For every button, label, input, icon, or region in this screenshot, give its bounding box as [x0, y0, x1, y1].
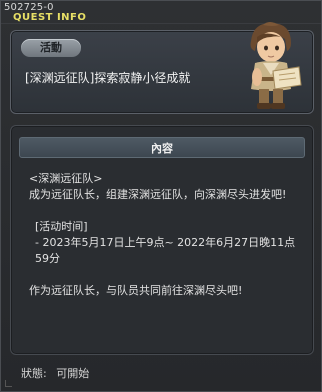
quest-name: [深渊远征队]探索寂静小径成就	[25, 71, 191, 85]
quest-status: 狀態: 可開始	[21, 365, 95, 381]
status-label: 狀態:	[21, 367, 47, 380]
event-time-label: [活动时间]	[35, 220, 88, 233]
event-time-text: - 2023年5月17日上午9点~ 2022年6月27日晚11点59分	[35, 236, 296, 265]
quest-info-window: 502725-0 QUEST INFO 活動 [深渊远征队]探索寂静小径成就 內…	[0, 0, 322, 392]
section-title: <深渊远征队>	[29, 172, 103, 185]
content-header: 內容	[19, 137, 305, 158]
adventurer-npc-icon	[233, 19, 305, 111]
quest-content-panel: 內容 <深渊远征队> 成为远征队长，组建深渊远征队，向深渊尽头进发吧! [活动时…	[10, 125, 314, 355]
status-value: 可開始	[56, 367, 90, 380]
quest-description: <深渊远征队> 成为远征队长，组建深渊远征队，向深渊尽头进发吧! [活动时间] …	[29, 171, 305, 299]
quest-header-card: 活動 [深渊远征队]探索寂静小径成就	[10, 22, 314, 114]
description-text: 成为远征队长，组建深渊远征队，向深渊尽头进发吧!	[29, 188, 287, 201]
window-title[interactable]: QUEST INFO	[13, 12, 86, 23]
closing-text: 作为远征队长，与队员共同前往深渊尽头吧!	[29, 284, 243, 297]
quest-category-tag: 活動	[21, 39, 81, 57]
resize-grip-icon[interactable]	[5, 380, 12, 387]
